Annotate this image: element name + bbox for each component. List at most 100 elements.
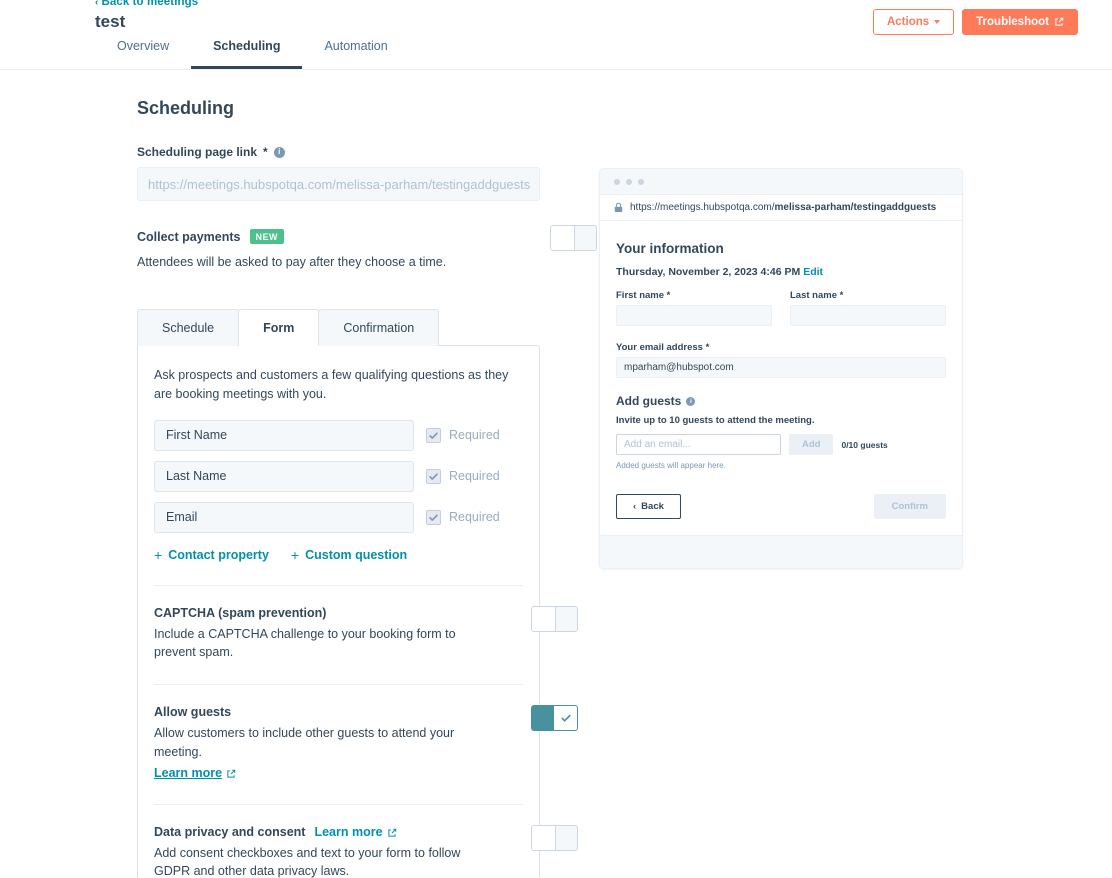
toggle-fill	[532, 706, 554, 730]
checkbox-checked-icon	[426, 468, 441, 484]
window-dot-icon	[626, 178, 632, 185]
toggle-knob	[532, 825, 556, 850]
external-link-icon	[226, 768, 236, 778]
actions-label: Actions	[886, 16, 930, 28]
preview-guest-hint: Added guests will appear here.	[616, 461, 726, 470]
data-privacy-learn-more-link[interactable]: Learn more	[314, 825, 396, 839]
preview-guest-email-input[interactable]: Add an email...	[616, 434, 781, 455]
browser-chrome-bar	[600, 169, 962, 195]
chevron-down-icon	[934, 20, 941, 24]
preview-action-row: ‹ Back Confirm	[616, 494, 946, 519]
add-contact-property-link[interactable]: + Contact property	[154, 547, 269, 563]
form-panel: Ask prospects and customers a few qualif…	[137, 345, 578, 878]
question-field-first-name[interactable]: First Name	[154, 419, 414, 451]
preview-confirm-button[interactable]: Confirm	[873, 494, 946, 519]
chevron-left-icon: ‹	[95, 0, 99, 8]
window-dot-icon	[614, 178, 620, 185]
info-icon[interactable]: i	[686, 396, 696, 406]
form-tabstrip: Schedule Form Confirmation	[137, 309, 542, 347]
preview-url: https://meetings.hubspotqa.com/melissa-p…	[630, 202, 936, 213]
scheduling-page-link-input[interactable]: https://meetings.hubspotqa.com/melissa-p…	[137, 167, 540, 201]
add-custom-question-label: Custom question	[305, 547, 408, 562]
preview-guest-count: 0/10 guests	[841, 439, 888, 450]
preview-invite-text: Invite up to 10 guests to attend the mee…	[616, 415, 815, 426]
allow-guests-title: Allow guests	[154, 705, 232, 720]
browser-url-bar: https://meetings.hubspotqa.com/melissa-p…	[600, 195, 962, 221]
data-privacy-toggle[interactable]	[531, 824, 578, 851]
add-custom-question-link[interactable]: + Custom question	[291, 547, 407, 563]
troubleshoot-label: Troubleshoot	[976, 16, 1049, 28]
tab-overview[interactable]: Overview	[95, 31, 191, 69]
preview-name-row: First name * Last name *	[616, 290, 946, 326]
toggle-knob	[551, 226, 575, 250]
required-label-last-name: Required	[449, 469, 500, 484]
main-nav-tabs: Overview Scheduling Automation	[95, 31, 410, 69]
preview-url-path: melissa-parham/testingaddguests	[774, 202, 937, 213]
collect-payments-description: Attendees will be asked to pay after the…	[137, 255, 447, 269]
preview-last-name-input[interactable]	[790, 305, 946, 326]
required-checkbox-first-name[interactable]: Required	[426, 427, 500, 443]
scheduling-page-link-label-text: Scheduling page link	[137, 145, 258, 159]
page-title: test	[95, 12, 126, 31]
preview-body: Your information Thursday, November 2, 2…	[600, 221, 962, 535]
question-field-email[interactable]: Email	[154, 501, 414, 533]
collect-payments-header: Collect payments NEW	[137, 229, 542, 244]
learn-more-label: Learn more	[154, 765, 223, 780]
data-privacy-setting: Data privacy and consent Learn more Add …	[154, 824, 578, 878]
preview-guest-input-row: Add an email... Add 0/10 guests	[616, 434, 946, 455]
preview-first-name-group: First name *	[616, 290, 772, 326]
section-title: Scheduling	[137, 98, 235, 118]
data-privacy-header: Data privacy and consent Learn more	[154, 825, 523, 839]
new-badge: NEW	[249, 229, 285, 244]
troubleshoot-button[interactable]: Troubleshoot	[962, 9, 1078, 35]
tab-automation[interactable]: Automation	[302, 31, 409, 69]
tab-confirmation[interactable]: Confirmation	[318, 309, 440, 347]
question-field-last-name[interactable]: Last Name	[154, 460, 414, 492]
tab-scheduling[interactable]: Scheduling	[191, 31, 303, 69]
captcha-toggle[interactable]	[531, 605, 578, 632]
plus-icon: +	[154, 546, 163, 563]
data-privacy-description: Add consent checkboxes and text to your …	[154, 845, 461, 878]
required-checkbox-email[interactable]: Required	[426, 509, 500, 525]
preview-first-name-input[interactable]	[616, 305, 772, 326]
preview-back-label: Back	[641, 501, 664, 512]
divider	[154, 684, 523, 686]
preview-email-input[interactable]: mparham@hubspot.com	[616, 357, 946, 378]
info-icon[interactable]: i	[273, 146, 285, 158]
preview-back-button[interactable]: ‹ Back	[616, 494, 681, 519]
back-to-meetings-link[interactable]: ‹ Back to meetings	[95, 0, 198, 8]
captcha-setting: CAPTCHA (spam prevention) Include a CAPT…	[154, 605, 578, 663]
preview-email-label: Your email address *	[616, 342, 710, 353]
plus-icon: +	[290, 546, 300, 563]
preview-last-name-label: Last name *	[790, 290, 844, 301]
form-question-row: Last Name Required	[154, 460, 523, 492]
collect-payments-toggle[interactable]	[550, 225, 597, 251]
external-link-icon	[387, 827, 397, 837]
allow-guests-description: Allow customers to include other guests …	[154, 726, 455, 759]
captcha-description: Include a CAPTCHA challenge to your book…	[154, 626, 456, 660]
form-panel-intro: Ask prospects and customers a few qualif…	[154, 368, 509, 401]
divider	[154, 803, 523, 805]
form-question-row: Email Required	[154, 501, 523, 533]
header-actions: Actions Troubleshoot	[872, 9, 1078, 35]
required-checkbox-last-name[interactable]: Required	[426, 468, 500, 484]
allow-guests-setting: Allow guests Allow customers to include …	[154, 705, 578, 782]
divider	[154, 584, 523, 586]
required-label-email: Required	[449, 510, 500, 525]
actions-button[interactable]: Actions	[872, 9, 955, 35]
window-dot-icon	[638, 178, 644, 185]
preview-edit-link[interactable]: Edit	[803, 266, 823, 278]
allow-guests-toggle[interactable]	[531, 705, 578, 732]
learn-more-label: Learn more	[314, 824, 383, 839]
tab-form[interactable]: Form	[238, 309, 320, 347]
form-question-row: First Name Required	[154, 419, 523, 451]
back-to-meetings-label: Back to meetings	[101, 0, 199, 8]
required-asterisk: *	[263, 145, 268, 159]
page-header: ‹ Back to meetings test Actions Troublesh…	[0, 0, 1112, 70]
tab-schedule[interactable]: Schedule	[137, 309, 240, 347]
preview-add-guest-button[interactable]: Add	[789, 434, 834, 455]
preview-last-name-group: Last name *	[790, 290, 946, 326]
preview-add-guests-title: Add guests	[616, 394, 682, 408]
allow-guests-learn-more-link[interactable]: Learn more	[154, 766, 236, 780]
